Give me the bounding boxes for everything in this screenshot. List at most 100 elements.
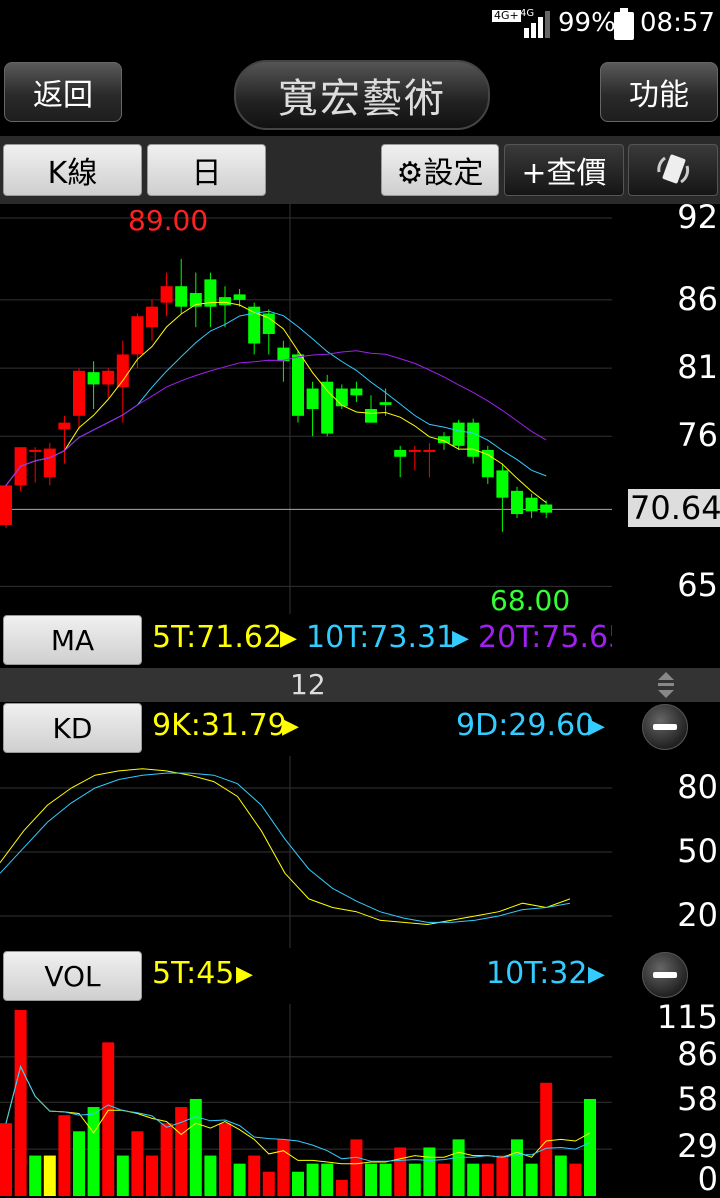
volume-bar bbox=[584, 1098, 596, 1196]
candle-body bbox=[394, 449, 407, 457]
price-axis: 92 86 81 76 70.64 65 bbox=[612, 198, 720, 614]
kd-line-9D bbox=[0, 772, 571, 923]
volume-bar bbox=[335, 1179, 348, 1196]
function-button[interactable]: 功能 bbox=[600, 62, 718, 122]
candle-body bbox=[131, 316, 144, 355]
volume-bar bbox=[58, 1115, 71, 1196]
volume-bar bbox=[511, 1139, 523, 1196]
kd-button[interactable]: KD bbox=[3, 703, 142, 753]
volume-bar bbox=[394, 1147, 407, 1196]
battery-percent: 99% bbox=[558, 8, 616, 38]
volume-bar bbox=[306, 1163, 319, 1196]
back-button[interactable]: 返回 bbox=[4, 62, 122, 122]
ma-button[interactable]: MA bbox=[3, 615, 142, 665]
volume-bar bbox=[233, 1163, 246, 1196]
ma5-value: 5T:71.62 bbox=[152, 620, 283, 655]
period-button[interactable]: 日 bbox=[147, 144, 266, 196]
price-tick-label: 92 bbox=[677, 198, 718, 236]
volume-bar bbox=[423, 1147, 436, 1196]
quote-button[interactable]: +查價 bbox=[504, 144, 624, 196]
candle-body bbox=[0, 485, 12, 525]
volume-bar bbox=[438, 1163, 450, 1196]
candle-body bbox=[102, 370, 115, 385]
vol5-value: 5T:45 bbox=[152, 956, 235, 991]
vol10-arrow-icon: ▶ bbox=[588, 962, 605, 987]
volume-bar bbox=[29, 1155, 42, 1196]
vol-button[interactable]: VOL bbox=[3, 951, 142, 1001]
page-title: 寬宏藝術 bbox=[234, 60, 490, 130]
volume-bar bbox=[540, 1082, 553, 1196]
volume-bar bbox=[408, 1163, 421, 1196]
volume-chart[interactable] bbox=[0, 1004, 612, 1196]
volume-bar bbox=[73, 1131, 85, 1196]
volume-axis: 115 86 58 29 0 bbox=[612, 998, 720, 1198]
volume-bar bbox=[452, 1139, 465, 1196]
kline-type-button[interactable]: K線 bbox=[3, 144, 142, 196]
kd-row: KD 9K:31.79 ▶ 9D:29.60 ▶ bbox=[0, 700, 720, 756]
price-tick-label: 86 bbox=[677, 279, 718, 318]
ma10-value: 10T:73.31 bbox=[306, 620, 456, 655]
ma20-line bbox=[5, 350, 547, 486]
volume-bar bbox=[87, 1107, 100, 1196]
volume-bar bbox=[292, 1171, 304, 1196]
kd-axis: 80 50 20 bbox=[612, 756, 720, 948]
candle-body bbox=[73, 370, 85, 416]
candle-body bbox=[467, 422, 480, 457]
volume-bar bbox=[481, 1163, 494, 1196]
vol-row: VOL 5T:45 ▶ 10T:32 ▶ bbox=[0, 948, 720, 1004]
candle-body bbox=[43, 448, 56, 478]
volume-bar bbox=[321, 1163, 334, 1196]
remove-vol-button[interactable] bbox=[642, 952, 688, 998]
volume-bar bbox=[146, 1155, 158, 1196]
k-value: 9K:31.79 bbox=[152, 708, 287, 743]
battery-icon bbox=[614, 8, 634, 40]
ma10-arrow-icon: ▶ bbox=[452, 626, 469, 651]
volume-tick-label: 115 bbox=[656, 998, 718, 1036]
candle-body bbox=[87, 372, 100, 385]
rotate-icon bbox=[657, 154, 690, 184]
volume-tick-label: 58 bbox=[677, 1080, 718, 1119]
volume-bar bbox=[189, 1098, 202, 1196]
volume-bar bbox=[379, 1163, 392, 1196]
candle-body bbox=[540, 504, 553, 513]
candlestick-chart[interactable]: 89.00 68.00 bbox=[0, 204, 612, 614]
candle-body bbox=[219, 297, 231, 306]
candle-body bbox=[321, 381, 334, 434]
volume-bar bbox=[525, 1163, 538, 1196]
volume-bar bbox=[160, 1123, 173, 1196]
candle-body bbox=[29, 449, 42, 452]
candle-body bbox=[116, 354, 129, 388]
d-value: 9D:29.60 bbox=[456, 708, 595, 743]
rotate-button[interactable] bbox=[628, 144, 718, 196]
k-arrow-icon: ▶ bbox=[282, 714, 299, 739]
settings-button[interactable]: ⚙設定 bbox=[381, 144, 499, 196]
clock: 08:57 bbox=[640, 8, 715, 38]
kd-chart[interactable] bbox=[0, 756, 612, 948]
vol5-arrow-icon: ▶ bbox=[236, 962, 253, 987]
candle-body bbox=[160, 286, 173, 303]
remove-kd-button[interactable] bbox=[642, 704, 688, 750]
volume-bar bbox=[350, 1139, 363, 1196]
volume-bar bbox=[43, 1155, 56, 1196]
high-price-label: 89.00 bbox=[128, 204, 208, 237]
volume-bar bbox=[219, 1123, 231, 1196]
app-header: 返回 寬宏藝術 功能 bbox=[0, 50, 720, 136]
ma5-arrow-icon: ▶ bbox=[280, 626, 297, 651]
candle-body bbox=[408, 449, 421, 452]
candle-body bbox=[525, 497, 538, 512]
candle-body bbox=[335, 388, 348, 407]
candle-body bbox=[292, 354, 304, 416]
divider-count: 12 bbox=[290, 668, 326, 701]
candle-body bbox=[511, 490, 523, 515]
volume-bar bbox=[131, 1131, 144, 1196]
panel-divider[interactable]: 12 bbox=[0, 668, 720, 702]
candle-body bbox=[452, 422, 465, 446]
vol10-value: 10T:32 bbox=[486, 956, 588, 991]
price-tick-label: 81 bbox=[677, 348, 718, 387]
volume-bar bbox=[102, 1042, 115, 1196]
drag-handle-icon[interactable] bbox=[654, 670, 678, 700]
price-tick-label: 65 bbox=[677, 566, 718, 605]
candle-body bbox=[350, 388, 363, 396]
candle-body bbox=[365, 409, 377, 423]
status-bar: 4G+ 4G 99% 08:57 bbox=[0, 0, 720, 50]
